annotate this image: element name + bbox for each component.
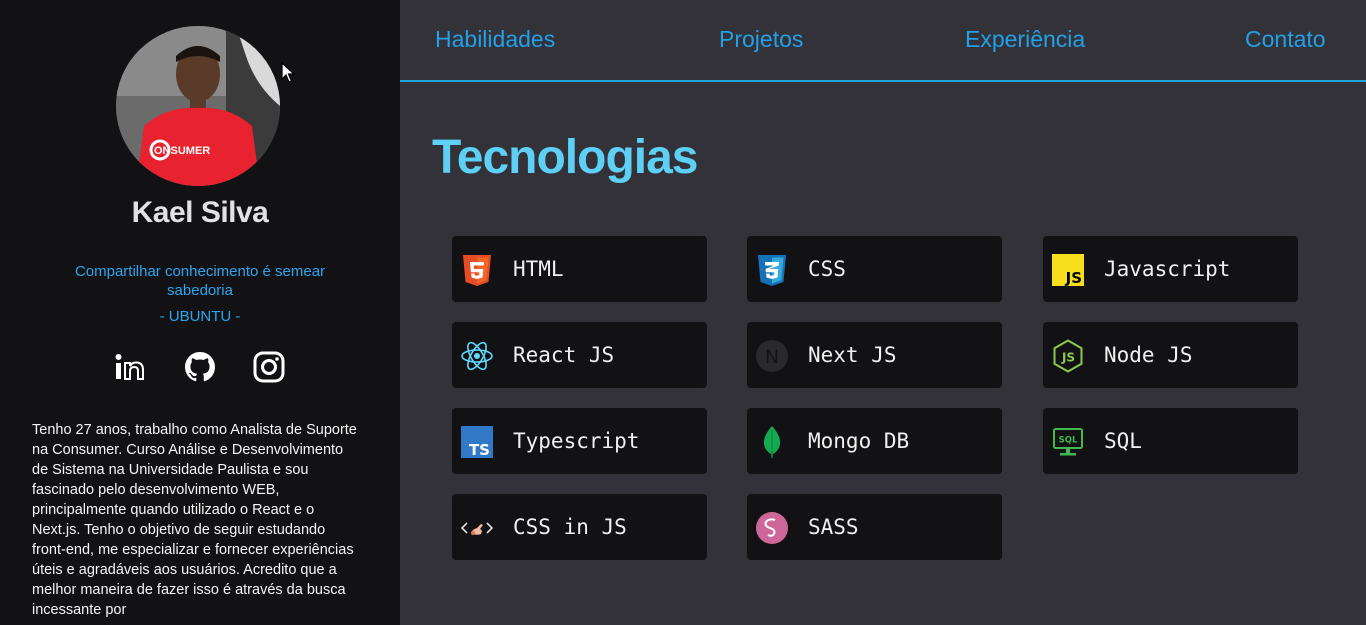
tech-card-sql: SQL SQL	[1043, 408, 1298, 474]
tech-label: Javascript	[1104, 257, 1231, 281]
avatar: ONSUMER	[116, 26, 280, 186]
instagram-icon	[253, 351, 285, 383]
tech-label: Next JS	[808, 343, 897, 367]
tech-card-css-in-js: CSS in JS	[452, 494, 707, 560]
tech-card-mongodb: Mongo DB	[747, 408, 1002, 474]
profile-name: Kael Silva	[131, 196, 269, 229]
profile-motto: - UBUNTU -	[159, 308, 241, 325]
tech-label: CSS	[808, 257, 846, 281]
profile-bio: Tenho 27 anos, trabalho como Analista de…	[32, 422, 357, 618]
profile-photo: ONSUMER	[116, 26, 280, 186]
instagram-link[interactable]	[252, 350, 286, 384]
tech-label: Mongo DB	[808, 429, 910, 453]
github-link[interactable]	[183, 350, 217, 384]
main-navigation: Habilidades Projetos Experiência Contato	[400, 0, 1366, 82]
tech-card-react: React JS	[452, 322, 707, 388]
github-icon	[185, 352, 215, 382]
tech-label: CSS in JS	[513, 515, 627, 539]
tech-card-javascript: JS Javascript	[1043, 236, 1298, 302]
nav-contato[interactable]: Contato	[1245, 26, 1326, 53]
nextjs-icon: N	[755, 339, 789, 373]
react-icon	[460, 339, 494, 373]
tech-label: Node JS	[1104, 343, 1193, 367]
nodejs-icon: JS	[1051, 339, 1085, 373]
tech-label: React JS	[513, 343, 615, 367]
nav-habilidades[interactable]: Habilidades	[435, 26, 555, 53]
tech-card-nextjs: N Next JS	[747, 322, 1002, 388]
tech-card-html: HTML	[452, 236, 707, 302]
section-title: Tecnologias	[432, 131, 698, 184]
tech-label: SQL	[1104, 429, 1142, 453]
svg-text:TS: TS	[469, 441, 490, 459]
svg-text:JS: JS	[1065, 269, 1082, 287]
typescript-icon: TS	[460, 425, 494, 459]
mongodb-icon	[755, 425, 789, 459]
tech-label: SASS	[808, 515, 859, 539]
tech-label: HTML	[513, 257, 564, 281]
sql-icon: SQL	[1051, 425, 1085, 459]
css3-icon	[755, 253, 789, 287]
svg-text:ONSUMER: ONSUMER	[154, 145, 210, 157]
linkedin-link[interactable]	[112, 350, 146, 384]
profile-quote: Compartilhar conhecimento é semear sabed…	[74, 263, 326, 299]
social-links	[112, 350, 288, 384]
html5-icon	[460, 253, 494, 287]
mouse-cursor-icon	[281, 62, 295, 83]
tech-label: Typescript	[513, 429, 640, 453]
css-in-js-icon	[460, 511, 494, 545]
tech-card-nodejs: JS Node JS	[1043, 322, 1298, 388]
javascript-icon: JS	[1051, 253, 1085, 287]
tech-card-sass: SASS	[747, 494, 1002, 560]
svg-text:JS: JS	[1061, 351, 1075, 365]
sass-icon	[755, 511, 789, 545]
profile-sidebar: ONSUMER Kael Silva Compartilhar conhecim…	[0, 0, 400, 625]
tech-card-typescript: TS Typescript	[452, 408, 707, 474]
linkedin-icon	[115, 354, 144, 380]
svg-text:N: N	[765, 346, 779, 368]
nav-projetos[interactable]: Projetos	[719, 26, 803, 53]
svg-text:SQL: SQL	[1059, 436, 1078, 446]
tech-card-css: CSS	[747, 236, 1002, 302]
nav-experiencia[interactable]: Experiência	[965, 26, 1085, 53]
